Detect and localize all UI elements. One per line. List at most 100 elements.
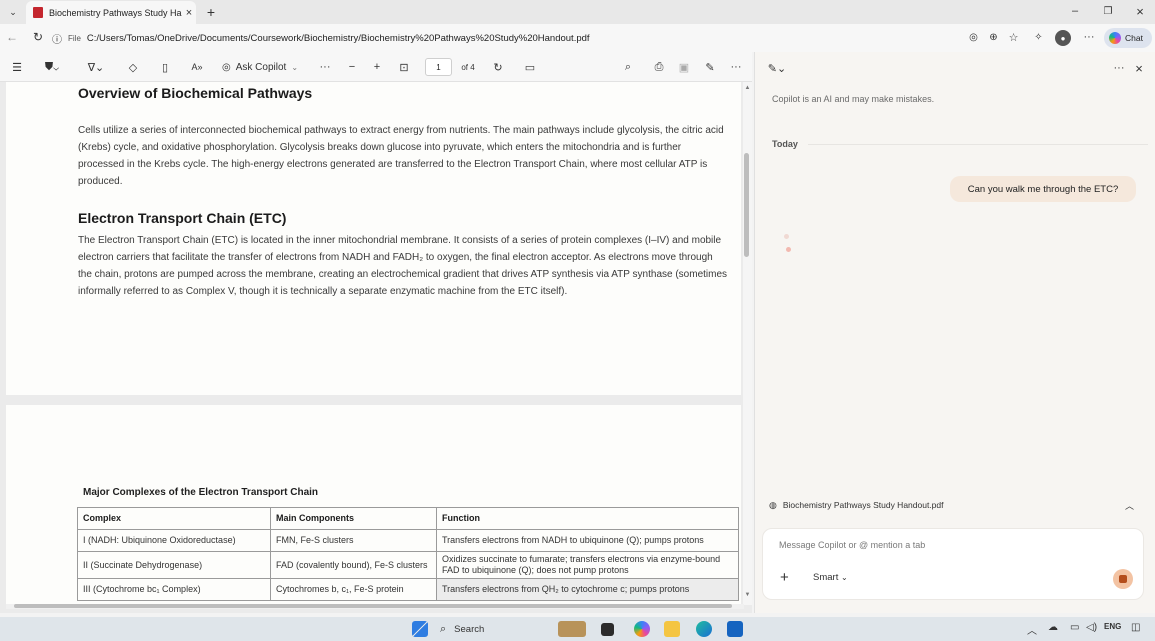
table-row: I (NADH: Ubiquinone Oxidoreductase) FMN,… <box>77 529 739 552</box>
restore-icon[interactable]: ❐ <box>1101 4 1115 18</box>
language-icon[interactable]: ENG <box>1104 622 1121 631</box>
new-chat-icon[interactable]: ✎⌄ <box>765 61 789 75</box>
table-cell: II (Succinate Dehydrogenase) <box>77 551 271 579</box>
more-tools-icon[interactable]: ··· <box>318 59 332 75</box>
notifications-icon[interactable]: ◫ <box>1131 622 1140 633</box>
copilot-app-icon[interactable] <box>634 621 650 637</box>
address-bar[interactable]: ⓘ File C:/Users/Tomas/OneDrive/Documents… <box>52 27 952 49</box>
context-tab-title: Biochemistry Pathways Study Handout.pdf <box>782 500 944 510</box>
stop-button[interactable] <box>1113 569 1133 589</box>
more-menu-icon[interactable]: ··· <box>1082 30 1096 44</box>
typing-indicator-dot <box>784 234 789 239</box>
copilot-more-icon[interactable]: ··· <box>1112 61 1126 75</box>
chevron-down-icon: ⌄ <box>291 62 299 72</box>
date-separator: Today <box>772 139 798 149</box>
table-title: Major Complexes of the Electron Transpor… <box>83 487 319 498</box>
table-cell: Transfers electrons from QH₂ to cytochro… <box>436 578 739 601</box>
horizontal-scroll-thumb[interactable] <box>14 604 732 608</box>
user-message-bubble: Can you walk me through the ETC? <box>950 176 1136 202</box>
tab-context-chip[interactable]: ◍ Biochemistry Pathways Study Handout.pd… <box>762 495 1144 515</box>
table-row: III (Cytochrome bc₁ Complex) Cytochromes… <box>77 578 739 601</box>
table-cell: III (Cytochrome bc₁ Complex) <box>77 578 271 601</box>
highlight-icon[interactable]: ⛊⌄ <box>40 59 64 75</box>
close-pane-icon[interactable]: × <box>1132 60 1146 76</box>
page-view-icon[interactable]: ▯ <box>158 59 172 75</box>
widgets-icon[interactable] <box>558 621 586 637</box>
file-explorer-icon[interactable] <box>664 621 680 637</box>
copilot-icon: ◎ <box>222 61 231 73</box>
tray-chevron-icon[interactable]: ︿ <box>1027 622 1037 637</box>
typing-indicator-dot <box>786 247 791 252</box>
new-tab-button[interactable]: + <box>203 4 219 20</box>
search-label: Search <box>454 624 485 635</box>
pdf-more-icon[interactable]: ··· <box>729 59 743 75</box>
message-composer: + Smart ⌄ <box>762 528 1144 600</box>
message-input[interactable] <box>779 537 1109 553</box>
copilot-chat-button[interactable]: Chat <box>1104 28 1152 48</box>
address-bar-row: ← ↻ ⓘ File C:/Users/Tomas/OneDrive/Docum… <box>0 24 1155 52</box>
onedrive-icon[interactable]: ☁ <box>1048 622 1058 633</box>
draw-icon[interactable]: ∇⌄ <box>84 59 108 75</box>
save-as-icon[interactable]: ✎ <box>703 59 717 75</box>
chevron-up-icon[interactable]: ︿ <box>1125 499 1134 512</box>
table-cell: I (NADH: Ubiquinone Oxidoreductase) <box>77 529 271 552</box>
windows-start-icon[interactable] <box>412 621 428 637</box>
pdf-page-2: Major Complexes of the Electron Transpor… <box>6 405 741 605</box>
heading-overview: Overview of Biochemical Pathways <box>78 85 313 101</box>
print-icon[interactable]: ⎙ <box>652 59 666 75</box>
browser-tab[interactable]: Biochemistry Pathways Study Han × <box>26 1 196 24</box>
table-cell: FMN, Fe-S clusters <box>270 529 437 552</box>
erase-icon[interactable]: ◇ <box>126 59 140 75</box>
back-icon[interactable]: ← <box>5 30 19 44</box>
extensions-icon[interactable]: ✧ <box>1032 31 1045 44</box>
zoom-icon[interactable]: ⊕ <box>987 31 1000 44</box>
volume-icon[interactable]: ◁) <box>1086 622 1097 633</box>
two-page-view-icon[interactable]: ▭ <box>523 59 537 75</box>
ai-disclaimer: Copilot is an AI and may make mistakes. <box>772 94 935 104</box>
store-icon[interactable] <box>727 621 743 637</box>
tab-strip: ⌄ Biochemistry Pathways Study Han × + – … <box>0 0 1155 24</box>
zoom-out-icon[interactable]: − <box>345 59 359 75</box>
refresh-icon[interactable]: ↻ <box>31 30 45 44</box>
paragraph-overview: Cells utilize a series of interconnected… <box>78 125 724 187</box>
edge-browser-icon[interactable] <box>696 621 712 637</box>
copilot-logo-icon <box>1109 32 1121 44</box>
page-number-input[interactable]: 1 <box>425 58 452 76</box>
read-aloud-icon[interactable]: A» <box>189 59 205 75</box>
zoom-in-icon[interactable]: + <box>370 59 384 75</box>
add-attachment-button[interactable]: + <box>780 569 789 586</box>
table-header: Function <box>436 507 739 530</box>
favorite-star-icon[interactable]: ☆ <box>1007 31 1020 44</box>
table-header: Complex <box>77 507 271 530</box>
table-header: Main Components <box>270 507 437 530</box>
search-icon[interactable]: ⌕ <box>621 59 635 75</box>
ask-copilot-button[interactable]: ◎ Ask Copilot ⌄ <box>222 59 306 75</box>
task-view-icon[interactable] <box>601 623 614 636</box>
profile-avatar[interactable]: ● <box>1055 30 1071 46</box>
paragraph-etc: The Electron Transport Chain (ETC) is lo… <box>78 235 728 297</box>
pdf-toolbar: ☰ ⛊⌄ ∇⌄ ◇ ▯ A» ◎ Ask Copilot ⌄ ··· − + ⊡… <box>0 52 752 82</box>
display-icon[interactable]: ▭ <box>1070 622 1079 633</box>
url-text: C:/Users/Tomas/OneDrive/Documents/Course… <box>86 32 590 44</box>
page-total: of 4 <box>461 62 475 72</box>
vertical-scroll-thumb[interactable] <box>744 153 749 257</box>
close-window-icon[interactable]: × <box>1133 3 1147 19</box>
scroll-up-arrow-icon[interactable]: ▲ <box>743 83 752 92</box>
fit-page-icon[interactable]: ⊡ <box>396 59 412 75</box>
file-scheme-label: File <box>68 33 81 43</box>
minimize-icon[interactable]: – <box>1068 4 1082 18</box>
info-icon[interactable]: ⓘ <box>52 31 62 46</box>
table-cell: Oxidizes succinate to fumarate; transfer… <box>436 551 739 579</box>
rotate-icon[interactable]: ↻ <box>491 59 505 75</box>
tab-actions-chevron-icon[interactable]: ⌄ <box>6 5 20 19</box>
save-icon[interactable]: ▣ <box>677 59 691 75</box>
scroll-down-arrow-icon[interactable]: ▼ <box>743 590 752 599</box>
complexes-table: Complex Main Components Function I (NADH… <box>77 507 739 601</box>
taskbar-search[interactable]: ⌕ Search <box>440 620 546 639</box>
mode-selector[interactable]: Smart ⌄ <box>813 572 848 583</box>
translate-icon[interactable]: ◎ <box>967 31 980 44</box>
chevron-down-icon: ⌄ <box>840 573 848 582</box>
close-tab-icon[interactable]: × <box>182 7 196 19</box>
table-header-row: Complex Main Components Function <box>77 507 739 530</box>
contents-list-icon[interactable]: ☰ <box>10 59 24 75</box>
